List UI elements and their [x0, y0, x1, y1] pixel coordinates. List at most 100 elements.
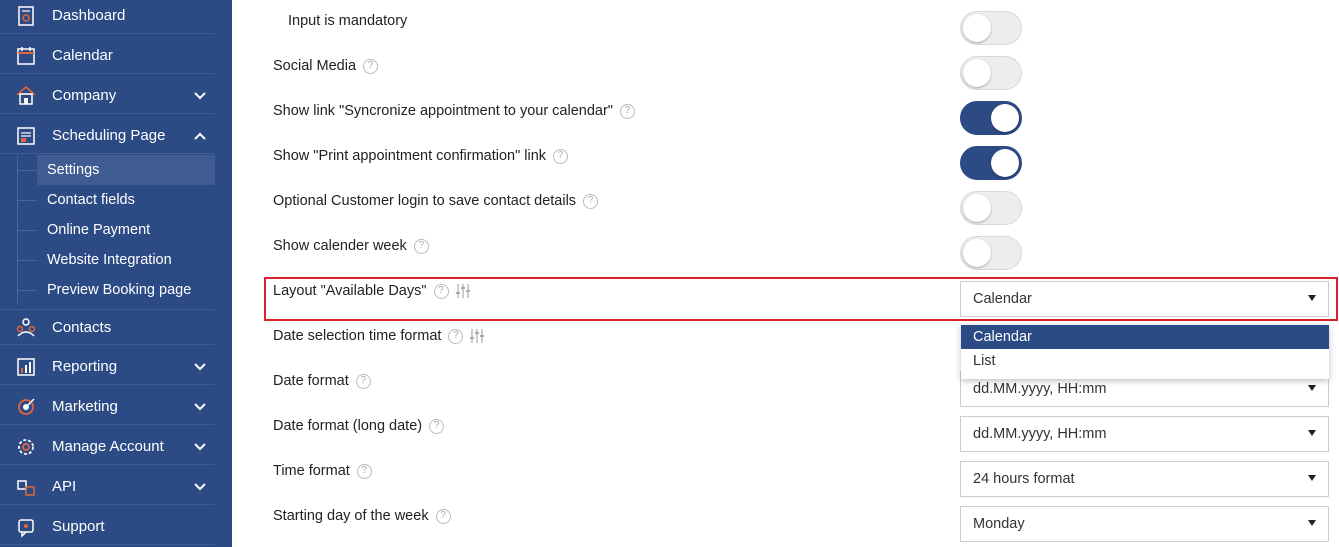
sidebar-item-api[interactable]: API	[0, 469, 215, 505]
toggle-knob	[963, 239, 991, 267]
starting-day-select[interactable]: Monday	[960, 506, 1329, 542]
chevron-down-icon[interactable]	[185, 89, 215, 103]
sidebar-item-support[interactable]: Support	[0, 509, 215, 545]
sidebar-item-label: Contacts	[52, 318, 112, 336]
setting-row-starting-day: Starting day of the week ?	[273, 506, 451, 526]
setting-label: Time format	[273, 463, 350, 479]
contacts-icon	[0, 309, 52, 345]
sliders-icon[interactable]	[455, 283, 471, 299]
input-mandatory-toggle[interactable]	[960, 11, 1022, 45]
setting-label: Show calender week	[273, 238, 407, 254]
dropdown-option-calendar[interactable]: Calendar	[961, 325, 1329, 349]
dashboard-icon	[0, 0, 52, 34]
submenu-branch	[17, 260, 37, 261]
submenu-branch	[17, 170, 37, 171]
setting-label: Show "Print appointment confirmation" li…	[273, 148, 547, 164]
api-icon	[0, 469, 52, 505]
sidebar-item-scheduling-page[interactable]: Scheduling Page	[0, 118, 215, 154]
dropdown-caret-icon	[1308, 475, 1316, 481]
settings-panel: Input is mandatory Social Media ? Show l…	[232, 0, 1339, 547]
company-icon	[0, 78, 52, 114]
toggle-knob	[963, 14, 991, 42]
support-icon	[0, 509, 52, 545]
help-icon[interactable]: ?	[448, 328, 464, 344]
setting-label: Input is mandatory	[288, 13, 408, 29]
setting-row-time-format: Time format ?	[273, 461, 372, 481]
sidebar-item-marketing[interactable]: Marketing	[0, 389, 215, 425]
dropdown-caret-icon	[1308, 295, 1316, 301]
time-format-select[interactable]: 24 hours format	[960, 461, 1329, 497]
help-icon[interactable]: ?	[619, 103, 635, 119]
help-icon[interactable]: ?	[429, 418, 445, 434]
dropdown-caret-icon	[1308, 385, 1316, 391]
sidebar-item-company[interactable]: Company	[0, 78, 215, 114]
app-root: Dashboard Calendar Company Scheduling Pa…	[0, 0, 1339, 547]
submenu-item-contact-fields[interactable]: Contact fields	[37, 185, 215, 215]
help-icon[interactable]: ?	[553, 148, 569, 164]
chevron-down-icon[interactable]	[185, 360, 215, 374]
sidebar-item-manage-account[interactable]: Manage Account	[0, 429, 215, 465]
help-icon[interactable]: ?	[356, 463, 372, 479]
submenu-item-online-payment[interactable]: Online Payment	[37, 215, 215, 245]
help-icon[interactable]: ?	[433, 283, 449, 299]
chevron-down-icon[interactable]	[185, 480, 215, 494]
chevron-down-icon[interactable]	[185, 400, 215, 414]
submenu-item-settings[interactable]: Settings	[37, 155, 215, 185]
help-icon[interactable]: ?	[435, 508, 451, 524]
setting-row-date-format: Date format ?	[273, 371, 371, 391]
select-value: dd.MM.yyyy, HH:mm	[973, 381, 1107, 397]
setting-row-social-media: Social Media ?	[273, 56, 379, 76]
help-icon[interactable]: ?	[355, 373, 371, 389]
sidebar-item-label: Marketing	[52, 398, 118, 415]
submenu-item-preview-booking-page[interactable]: Preview Booking page	[37, 275, 215, 305]
customer-login-toggle[interactable]	[960, 191, 1022, 225]
setting-label: Date selection time format	[273, 328, 442, 344]
setting-label: Optional Customer login to save contact …	[273, 193, 577, 209]
print-link-toggle[interactable]	[960, 146, 1022, 180]
dropdown-caret-icon	[1308, 520, 1316, 526]
sidebar-item-label: Reporting	[52, 358, 118, 375]
setting-label: Show link "Syncronize appointment to you…	[273, 103, 613, 119]
sidebar-item-contacts[interactable]: Contacts	[0, 309, 215, 345]
calendar-week-toggle[interactable]	[960, 236, 1022, 270]
dropdown-caret-icon	[1308, 430, 1316, 436]
calendar-icon	[0, 38, 52, 74]
social-media-toggle[interactable]	[960, 56, 1022, 90]
sidebar-item-reporting[interactable]: Reporting	[0, 349, 215, 385]
manage-account-icon	[0, 429, 52, 465]
setting-row-customer-login: Optional Customer login to save contact …	[273, 191, 599, 211]
sidebar-item-calendar[interactable]: Calendar	[0, 38, 215, 74]
dropdown-option-list[interactable]: List	[961, 349, 1329, 373]
setting-label: Date format (long date)	[273, 418, 423, 434]
toggle-knob	[991, 149, 1019, 177]
setting-row-date-format-long: Date format (long date) ?	[273, 416, 445, 436]
reporting-icon	[0, 349, 52, 385]
sidebar-item-label: Support	[52, 518, 105, 535]
sliders-icon[interactable]	[469, 328, 485, 344]
sidebar-item-label: Scheduling Page	[52, 127, 166, 144]
submenu-branch	[17, 230, 37, 231]
marketing-icon	[0, 389, 52, 425]
chevron-down-icon[interactable]	[185, 440, 215, 454]
sync-link-toggle[interactable]	[960, 101, 1022, 135]
select-value: Calendar	[973, 291, 1032, 307]
chevron-up-icon[interactable]	[185, 129, 215, 143]
submenu-item-website-integration[interactable]: Website Integration	[37, 245, 215, 275]
sidebar-item-label: API	[52, 478, 77, 495]
setting-row-sync-link: Show link "Syncronize appointment to you…	[273, 101, 635, 121]
setting-row-print-link: Show "Print appointment confirmation" li…	[273, 146, 569, 166]
submenu-branch	[17, 200, 37, 201]
date-format-long-select[interactable]: dd.MM.yyyy, HH:mm	[960, 416, 1329, 452]
help-icon[interactable]: ?	[363, 58, 379, 74]
setting-label: Date format	[273, 373, 349, 389]
layout-available-days-select[interactable]: Calendar	[960, 281, 1329, 317]
setting-label: Layout "Available Days"	[273, 283, 427, 299]
submenu-branch	[17, 290, 37, 291]
help-icon[interactable]: ?	[583, 193, 599, 209]
sidebar-item-label: Calendar	[52, 47, 113, 64]
setting-label: Social Media	[273, 58, 357, 74]
select-value: dd.MM.yyyy, HH:mm	[973, 426, 1107, 442]
setting-row-input-mandatory: Input is mandatory	[288, 11, 407, 31]
help-icon[interactable]: ?	[413, 238, 429, 254]
sidebar-item-dashboard[interactable]: Dashboard	[0, 0, 215, 34]
